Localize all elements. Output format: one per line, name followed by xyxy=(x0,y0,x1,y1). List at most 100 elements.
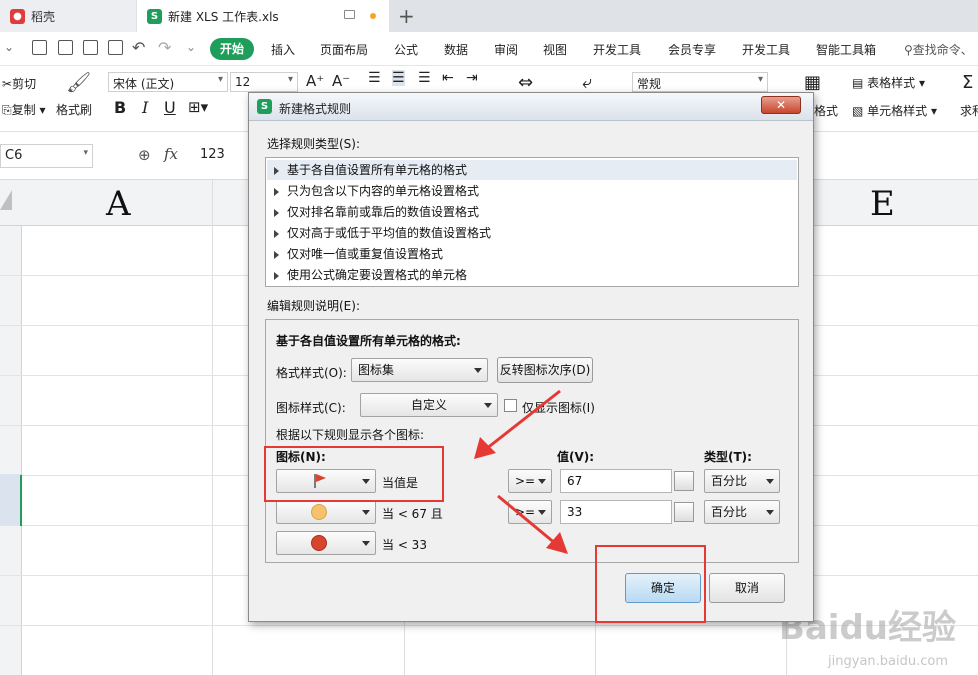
zoom-icon[interactable]: ⊕ xyxy=(138,146,151,164)
table-style-button[interactable]: ▤ 表格样式 ▾ xyxy=(852,74,925,91)
icon-select-2[interactable] xyxy=(276,500,376,524)
redo-icon[interactable]: ↷ xyxy=(158,38,171,57)
decrease-font-icon[interactable]: A⁻ xyxy=(332,72,350,90)
menu-bar: ⌄ ↶ ↷ ⌄ 开始 插入 页面布局 公式 数据 审阅 视图 开发工具 会员专享… xyxy=(0,32,978,66)
screen-icon[interactable] xyxy=(344,10,355,19)
menu-data[interactable]: 数据 xyxy=(444,41,468,58)
rule-type-item[interactable]: 只为包含以下内容的单元格设置格式 xyxy=(274,182,479,199)
copy-button[interactable]: ⎘复制 ▾ xyxy=(2,101,45,118)
rule-type-item[interactable]: 仅对排名靠前或靠后的数值设置格式 xyxy=(274,203,479,220)
border-icon[interactable]: ⊞▾ xyxy=(188,98,208,116)
increase-font-icon[interactable]: A⁺ xyxy=(306,72,324,90)
cancel-button[interactable]: 取消 xyxy=(709,573,785,603)
print-preview-icon[interactable] xyxy=(108,40,123,55)
close-button[interactable]: ✕ xyxy=(761,96,801,114)
value-input-1[interactable]: 67 xyxy=(560,469,672,493)
merge-icon[interactable]: ⇔ xyxy=(518,72,533,93)
print-icon[interactable] xyxy=(83,40,98,55)
more-chevron-icon[interactable]: ⌄ xyxy=(186,40,196,54)
indent-increase-icon[interactable]: ⇥ xyxy=(466,70,478,86)
format-style-value: 图标集 xyxy=(358,363,395,377)
export-icon[interactable] xyxy=(58,40,73,55)
chevron-down-icon xyxy=(362,510,370,515)
operator-select-1[interactable]: >= xyxy=(508,469,552,493)
cut-button[interactable]: ✂剪切 xyxy=(2,75,36,92)
tab-daoke[interactable]: ● 稻壳 xyxy=(0,0,136,32)
menu-insert[interactable]: 插入 xyxy=(271,41,295,58)
chevron-down-icon xyxy=(538,479,546,484)
menu-formula[interactable]: 公式 xyxy=(394,41,418,58)
reverse-icon-order-button[interactable]: 反转图标次序(D) xyxy=(497,357,593,383)
icon-select-3[interactable] xyxy=(276,531,376,555)
column-a[interactable]: A xyxy=(106,184,131,224)
italic-button[interactable]: I xyxy=(142,98,148,117)
condition-label-2: 当 < 67 且 xyxy=(382,507,443,521)
menu-member[interactable]: 会员专享 xyxy=(668,41,716,58)
rule-type-label: 仅对高于或低于平均值的数值设置格式 xyxy=(287,226,492,240)
column-e[interactable]: E xyxy=(870,184,895,224)
show-icon-only-checkbox[interactable] xyxy=(504,399,517,412)
chevron-down-icon xyxy=(484,403,492,408)
spreadsheet-icon: S xyxy=(257,99,272,114)
scissors-icon: ✂ xyxy=(2,77,13,91)
fx-icon[interactable]: fx xyxy=(164,145,178,163)
new-tab-icon[interactable]: + xyxy=(398,4,415,28)
sum-button[interactable]: 求和 xyxy=(960,102,978,119)
daoke-icon: ● xyxy=(10,8,25,24)
formula-input[interactable]: 123 xyxy=(200,147,225,162)
rule-type-item[interactable]: 仅对高于或低于平均值的数值设置格式 xyxy=(274,224,491,241)
menu-smart-tools[interactable]: 智能工具箱 xyxy=(816,41,876,58)
tab-workbook[interactable]: S 新建 XLS 工作表.xls xyxy=(137,0,389,32)
rule-type-item[interactable]: 基于各自值设置所有单元格的格式 xyxy=(267,160,797,180)
select-type-label: 选择规则类型(S): xyxy=(267,137,361,151)
select-all-icon[interactable] xyxy=(0,190,12,210)
menu-chevron-icon[interactable]: ⌄ xyxy=(4,40,14,54)
range-picker-icon[interactable] xyxy=(674,502,694,522)
tab-start[interactable]: 开始 xyxy=(210,38,254,60)
menu-page-layout[interactable]: 页面布局 xyxy=(320,41,368,58)
format-painter-button[interactable]: 格式刷 xyxy=(56,101,92,118)
conditional-format-button[interactable]: 格式 xyxy=(814,102,838,119)
chevron-down-icon xyxy=(766,510,774,515)
menu-developer[interactable]: 开发工具 xyxy=(593,41,641,58)
cell-style-button[interactable]: ▧ 单元格样式 ▾ xyxy=(852,102,937,119)
value-input-2[interactable]: 33 xyxy=(560,500,672,524)
grid-line xyxy=(212,180,213,675)
wrap-icon[interactable]: ⤶ xyxy=(582,72,592,93)
highlight-box-icon-row xyxy=(264,446,444,502)
conditional-format-icon[interactable]: ▦ xyxy=(804,72,821,93)
icon-style-select[interactable]: 自定义 xyxy=(360,393,498,417)
underline-button[interactable]: U xyxy=(164,98,176,117)
operator-select-2[interactable]: >= xyxy=(508,500,552,524)
align-bottom-icon[interactable]: ☰ xyxy=(418,70,431,86)
align-middle-icon[interactable]: ☰ xyxy=(392,70,405,86)
search-command[interactable]: ⚲查找命令、 xyxy=(904,41,973,58)
yellow-circle-icon xyxy=(311,504,327,520)
menu-developer-2[interactable]: 开发工具 xyxy=(742,41,790,58)
chevron-down-icon xyxy=(362,541,370,546)
menu-review[interactable]: 审阅 xyxy=(494,41,518,58)
font-size-select[interactable]: 12 xyxy=(230,72,298,92)
icon-style-label: 图标样式(C): xyxy=(276,401,346,415)
undo-icon[interactable]: ↶ xyxy=(132,38,145,57)
bold-button[interactable]: B xyxy=(114,98,126,117)
name-box[interactable]: C6 ▾ xyxy=(0,144,93,168)
rule-type-item[interactable]: 使用公式确定要设置格式的单元格 xyxy=(274,266,467,283)
save-icon[interactable] xyxy=(32,40,47,55)
range-picker-icon[interactable] xyxy=(674,471,694,491)
menu-view[interactable]: 视图 xyxy=(543,41,567,58)
indent-decrease-icon[interactable]: ⇤ xyxy=(442,70,454,86)
chevron-down-icon xyxy=(766,479,774,484)
type-select-2[interactable]: 百分比 xyxy=(704,500,780,524)
format-style-select[interactable]: 图标集 xyxy=(351,358,488,382)
type-select-1[interactable]: 百分比 xyxy=(704,469,780,493)
font-family-select[interactable]: 宋体 (正文) xyxy=(108,72,228,92)
cut-label: 剪切 xyxy=(12,77,37,91)
rule-type-item[interactable]: 仅对唯一值或重复值设置格式 xyxy=(274,245,443,262)
number-format-select[interactable]: 常规 xyxy=(632,72,768,92)
sum-icon[interactable]: Σ xyxy=(962,72,973,93)
align-top-icon[interactable]: ☰ xyxy=(368,70,381,86)
operator-value: >= xyxy=(515,505,536,519)
dialog-titlebar[interactable]: S 新建格式规则 ✕ xyxy=(249,93,813,121)
expand-icon xyxy=(274,271,279,280)
